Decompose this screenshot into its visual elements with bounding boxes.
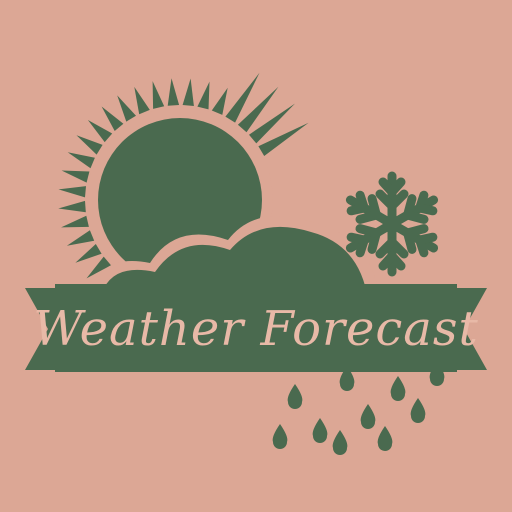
weather-forecast-logo: Weather Forecast xyxy=(0,0,512,512)
logo-title: Weather Forecast xyxy=(33,301,479,357)
logo-artwork: Weather Forecast xyxy=(0,0,512,512)
